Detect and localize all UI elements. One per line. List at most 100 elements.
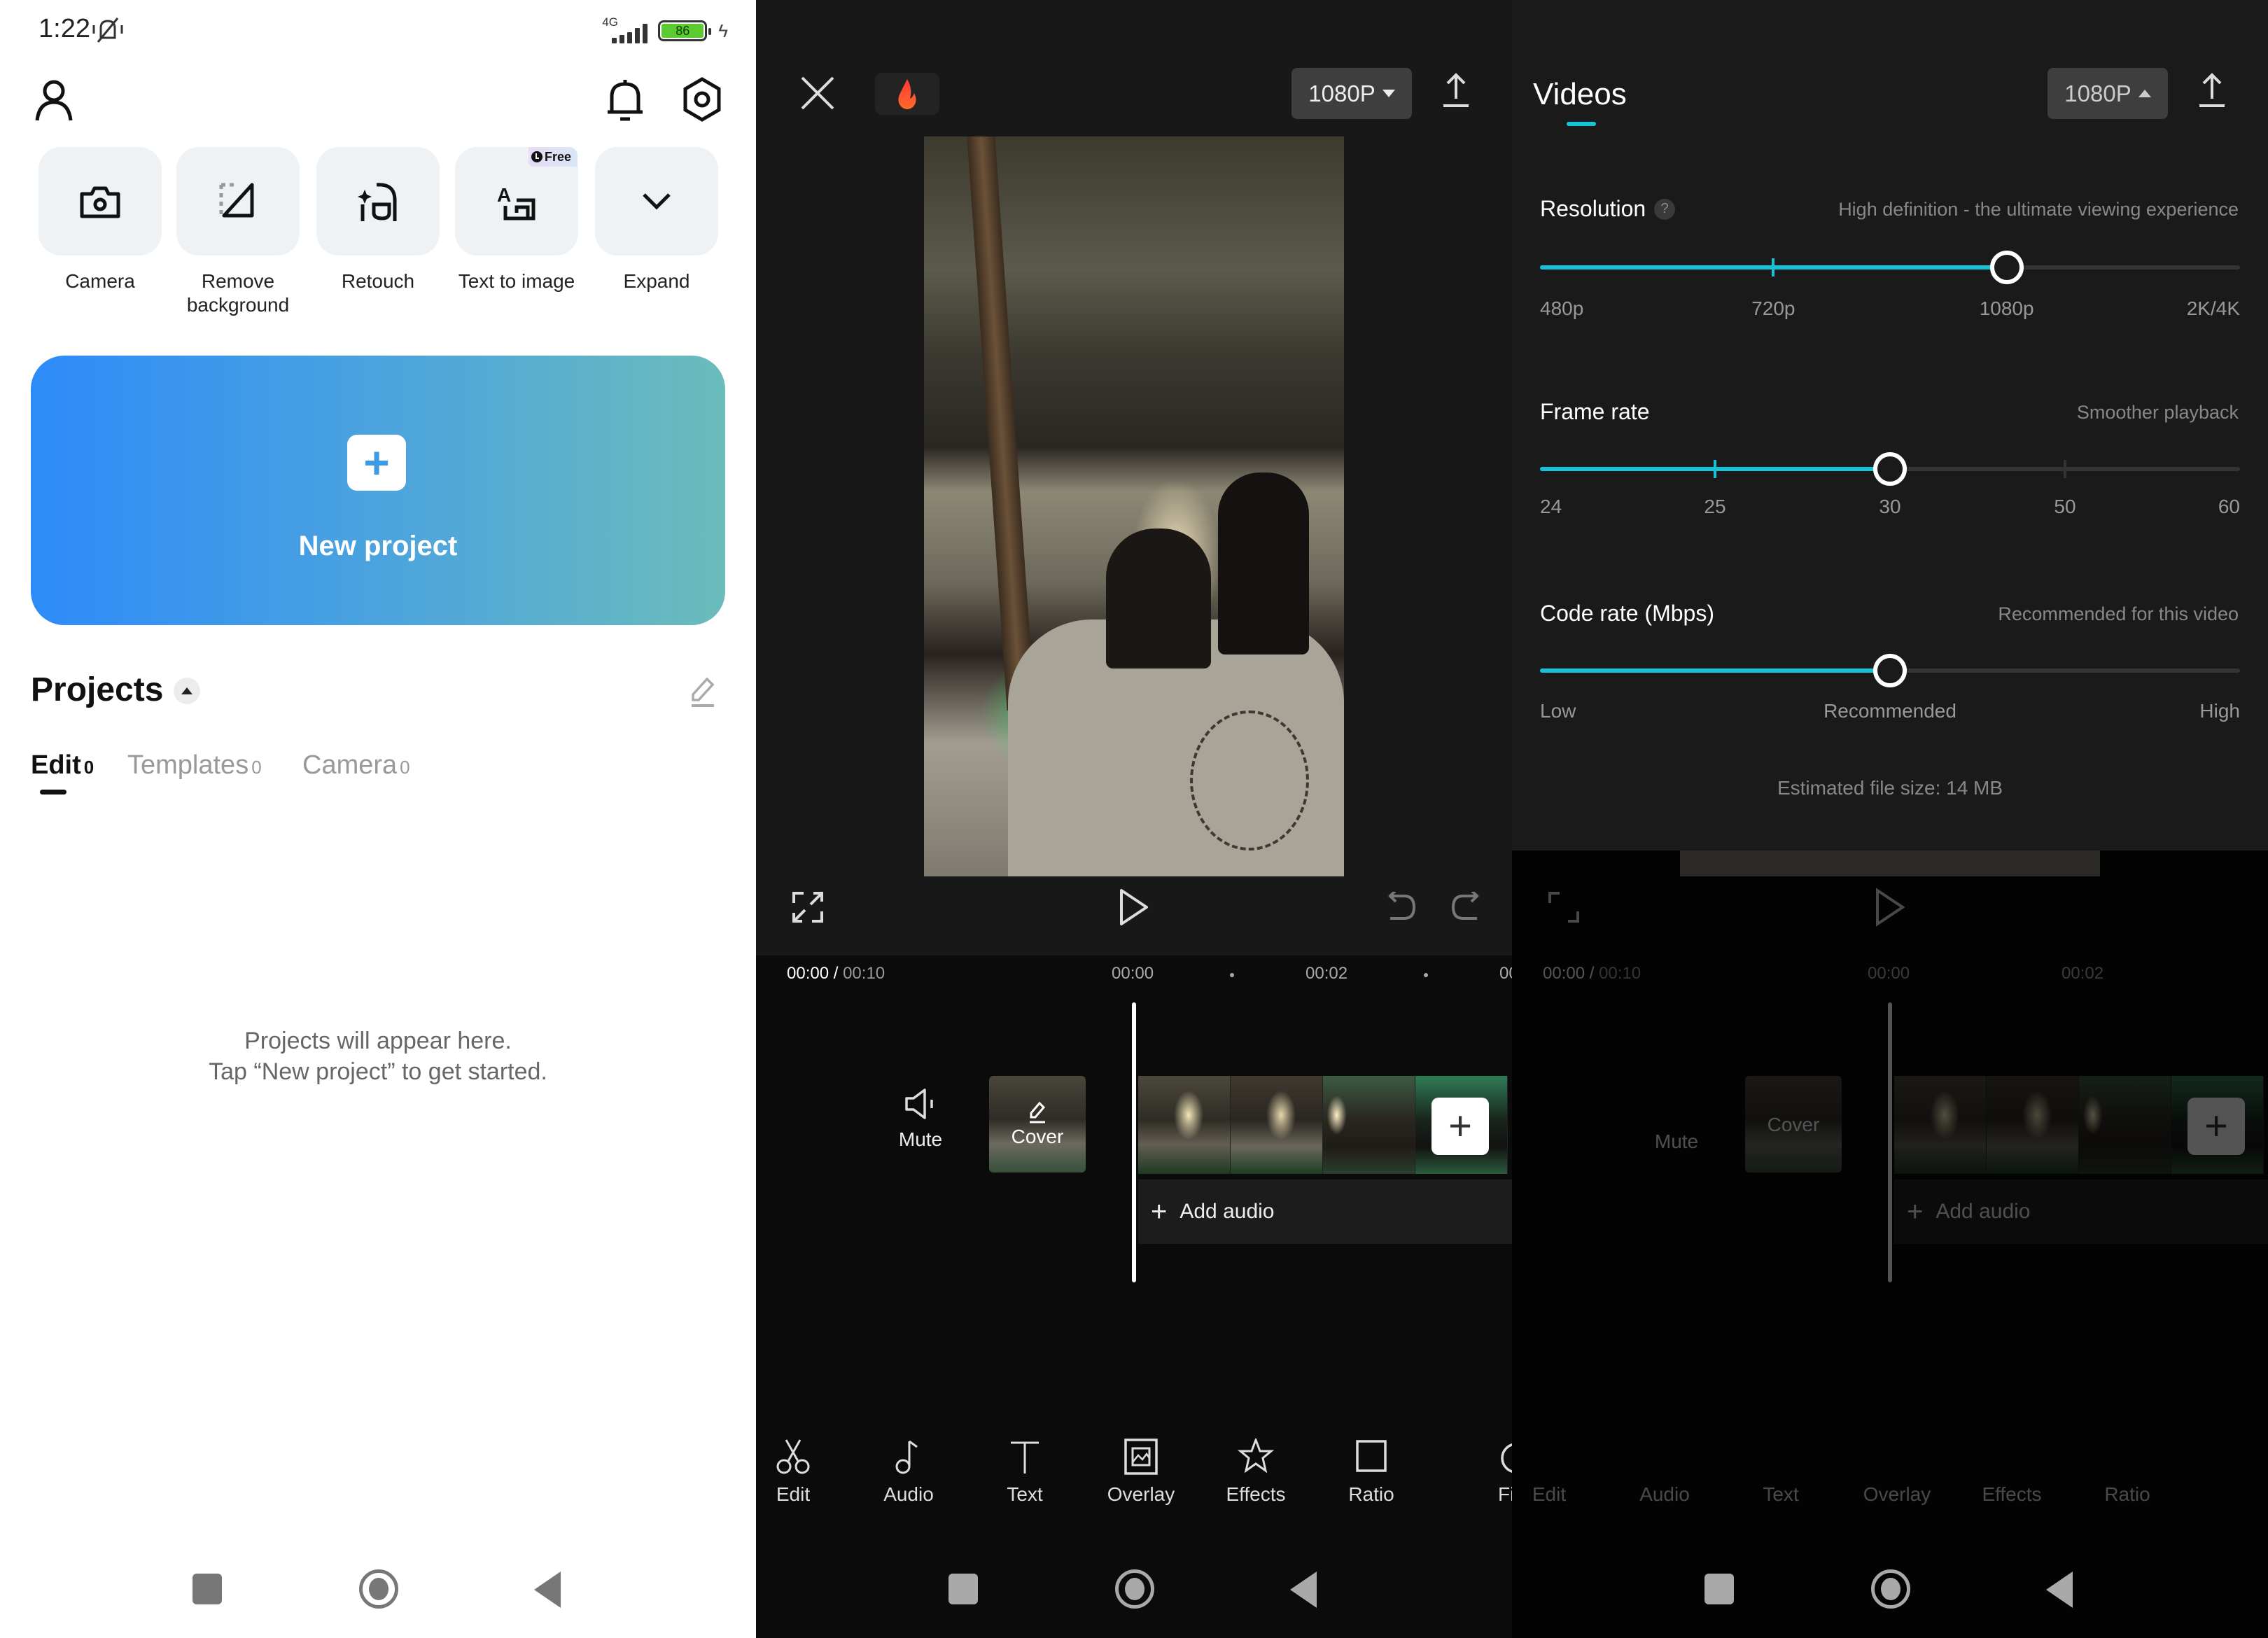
playhead[interactable]: [1132, 1002, 1136, 1282]
clock-icon: [531, 151, 542, 162]
home-button[interactable]: [1871, 1569, 1910, 1609]
profile-icon[interactable]: [34, 77, 74, 122]
add-audio-label: Add audio: [1180, 1200, 1275, 1223]
toolbar-filters[interactable]: Fi: [1498, 1438, 1512, 1506]
slider-option-label[interactable]: 30: [1879, 496, 1900, 518]
resolution-slider[interactable]: [1540, 251, 2240, 284]
cover-button[interactable]: Cover: [989, 1076, 1086, 1172]
fullscreen-icon[interactable]: [791, 890, 825, 924]
slider-option-label[interactable]: High: [2199, 700, 2240, 722]
effects-star-icon: [1238, 1438, 1274, 1474]
back-button[interactable]: [534, 1572, 561, 1608]
empty-message-line-1: Projects will appear here.: [244, 1028, 512, 1054]
back-button[interactable]: [2046, 1572, 2073, 1608]
redo-icon[interactable]: [1449, 892, 1481, 924]
toolbar-edit: Edit: [1512, 1438, 1591, 1506]
home-button[interactable]: [359, 1569, 398, 1609]
remove-background-icon: [219, 183, 254, 217]
add-clip-button[interactable]: +: [1432, 1098, 1489, 1155]
mute-button[interactable]: Mute: [889, 1088, 952, 1151]
chevron-down-icon: [643, 192, 671, 210]
toolbar-audio: Audio: [1623, 1438, 1707, 1506]
total-time: 00:10: [843, 964, 886, 983]
toolbar-edit[interactable]: Edit: [756, 1438, 835, 1506]
remove-background-tool[interactable]: [176, 147, 300, 255]
toolbar-audio[interactable]: Audio: [867, 1438, 951, 1506]
undo-icon[interactable]: [1386, 892, 1418, 924]
play-icon[interactable]: [1119, 888, 1151, 927]
video-preview[interactable]: [924, 136, 1344, 876]
toolbar-ratio[interactable]: Ratio: [1329, 1438, 1413, 1506]
speaker-icon: [905, 1088, 933, 1119]
export-icon[interactable]: [2197, 72, 2227, 108]
toolbar-effects-label: Effects: [1226, 1483, 1286, 1505]
camera-icon: [80, 186, 120, 218]
add-audio-button[interactable]: + Add audio: [1138, 1180, 1512, 1244]
cover-label: Cover: [1011, 1126, 1064, 1147]
scissors-icon: [776, 1439, 810, 1474]
empty-projects-message: Projects will appear here. Tap “New proj…: [0, 1026, 756, 1087]
retouch-tool[interactable]: [316, 147, 440, 255]
camera-tool[interactable]: [38, 147, 162, 255]
toolbar-text-label: Text: [1763, 1483, 1799, 1505]
plus-icon: +: [347, 435, 406, 491]
tab-edit[interactable]: Edit 0: [31, 750, 94, 780]
home-button[interactable]: [1115, 1569, 1154, 1609]
export-settings-panel: Videos 1080P Resolution ? High definitio…: [1512, 0, 2268, 850]
play-icon: [1876, 888, 1905, 927]
code-rate-slider[interactable]: [1540, 654, 2240, 687]
slider-option-label[interactable]: 25: [1704, 496, 1726, 518]
trending-button[interactable]: [875, 73, 939, 115]
current-time: 00:00: [787, 964, 830, 983]
mute-label: Mute: [1654, 1130, 1699, 1152]
slider-option-label[interactable]: 2K/4K: [2187, 298, 2240, 320]
notification-bell-icon[interactable]: [605, 77, 645, 123]
recents-button[interactable]: [1704, 1574, 1734, 1604]
resolution-dropdown[interactable]: 1080P: [1292, 68, 1412, 119]
clip-thumbnail: [1231, 1076, 1323, 1174]
back-button[interactable]: [1290, 1572, 1317, 1608]
slider-option-label[interactable]: Low: [1540, 700, 1576, 722]
slider-knob[interactable]: [1873, 452, 1907, 486]
toolbar-effects[interactable]: Effects: [1214, 1438, 1298, 1506]
frame-rate-slider[interactable]: [1540, 452, 2240, 486]
toolbar-filters-label: Fi: [1498, 1483, 1512, 1505]
export-icon[interactable]: [1441, 72, 1471, 108]
collapse-projects-icon[interactable]: [174, 678, 200, 704]
tab-videos[interactable]: Videos: [1533, 77, 1627, 112]
expand-tool[interactable]: [595, 147, 718, 255]
code-rate-hint: Recommended for this video: [1998, 603, 2239, 624]
slider-knob[interactable]: [1989, 251, 2024, 284]
slider-fill: [1540, 668, 1890, 673]
toolbar-text[interactable]: Text: [983, 1438, 1067, 1506]
tab-templates[interactable]: Templates 0: [127, 750, 262, 780]
toolbar-overlay-label: Overlay: [1863, 1483, 1931, 1505]
slider-option-label[interactable]: 60: [2218, 496, 2240, 518]
slider-option-label[interactable]: Recommended: [1823, 700, 1956, 722]
slider-option-label[interactable]: 1080p: [1980, 298, 2034, 320]
overlay-icon: [1124, 1438, 1158, 1475]
new-project-button[interactable]: + New project: [31, 356, 725, 625]
slider-option-label[interactable]: 720p: [1751, 298, 1795, 320]
playback-time: 00:00 / 00:10: [787, 964, 886, 983]
frame-rate-title-text: Frame rate: [1540, 399, 1650, 424]
slider-option-label[interactable]: 50: [2054, 496, 2076, 518]
slider-knob[interactable]: [1873, 654, 1907, 687]
frame-rate-setting-title: Frame rate: [1540, 399, 1649, 425]
settings-icon[interactable]: [682, 77, 722, 122]
toolbar-overlay[interactable]: Overlay: [1099, 1438, 1183, 1506]
recents-button[interactable]: [948, 1574, 978, 1604]
toolbar-ratio: Ratio: [2085, 1438, 2169, 1506]
toolbar-ratio-label: Ratio: [2104, 1483, 2150, 1505]
tab-camera[interactable]: Camera 0: [302, 750, 410, 780]
slider-option-label[interactable]: 480p: [1540, 298, 1583, 320]
tab-edit-label: Edit: [31, 750, 81, 780]
recents-button[interactable]: [192, 1574, 222, 1604]
help-icon[interactable]: ?: [1654, 198, 1676, 220]
resolution-dropdown[interactable]: 1080P: [2047, 68, 2168, 119]
edit-pencil-icon[interactable]: [689, 676, 717, 708]
plus-icon: +: [1151, 1196, 1168, 1227]
home-screen: 1:22 4G 86 ϟ A Free Camera Remove backgr…: [0, 0, 756, 1638]
slider-option-label[interactable]: 24: [1540, 496, 1562, 518]
close-icon[interactable]: [798, 74, 837, 113]
